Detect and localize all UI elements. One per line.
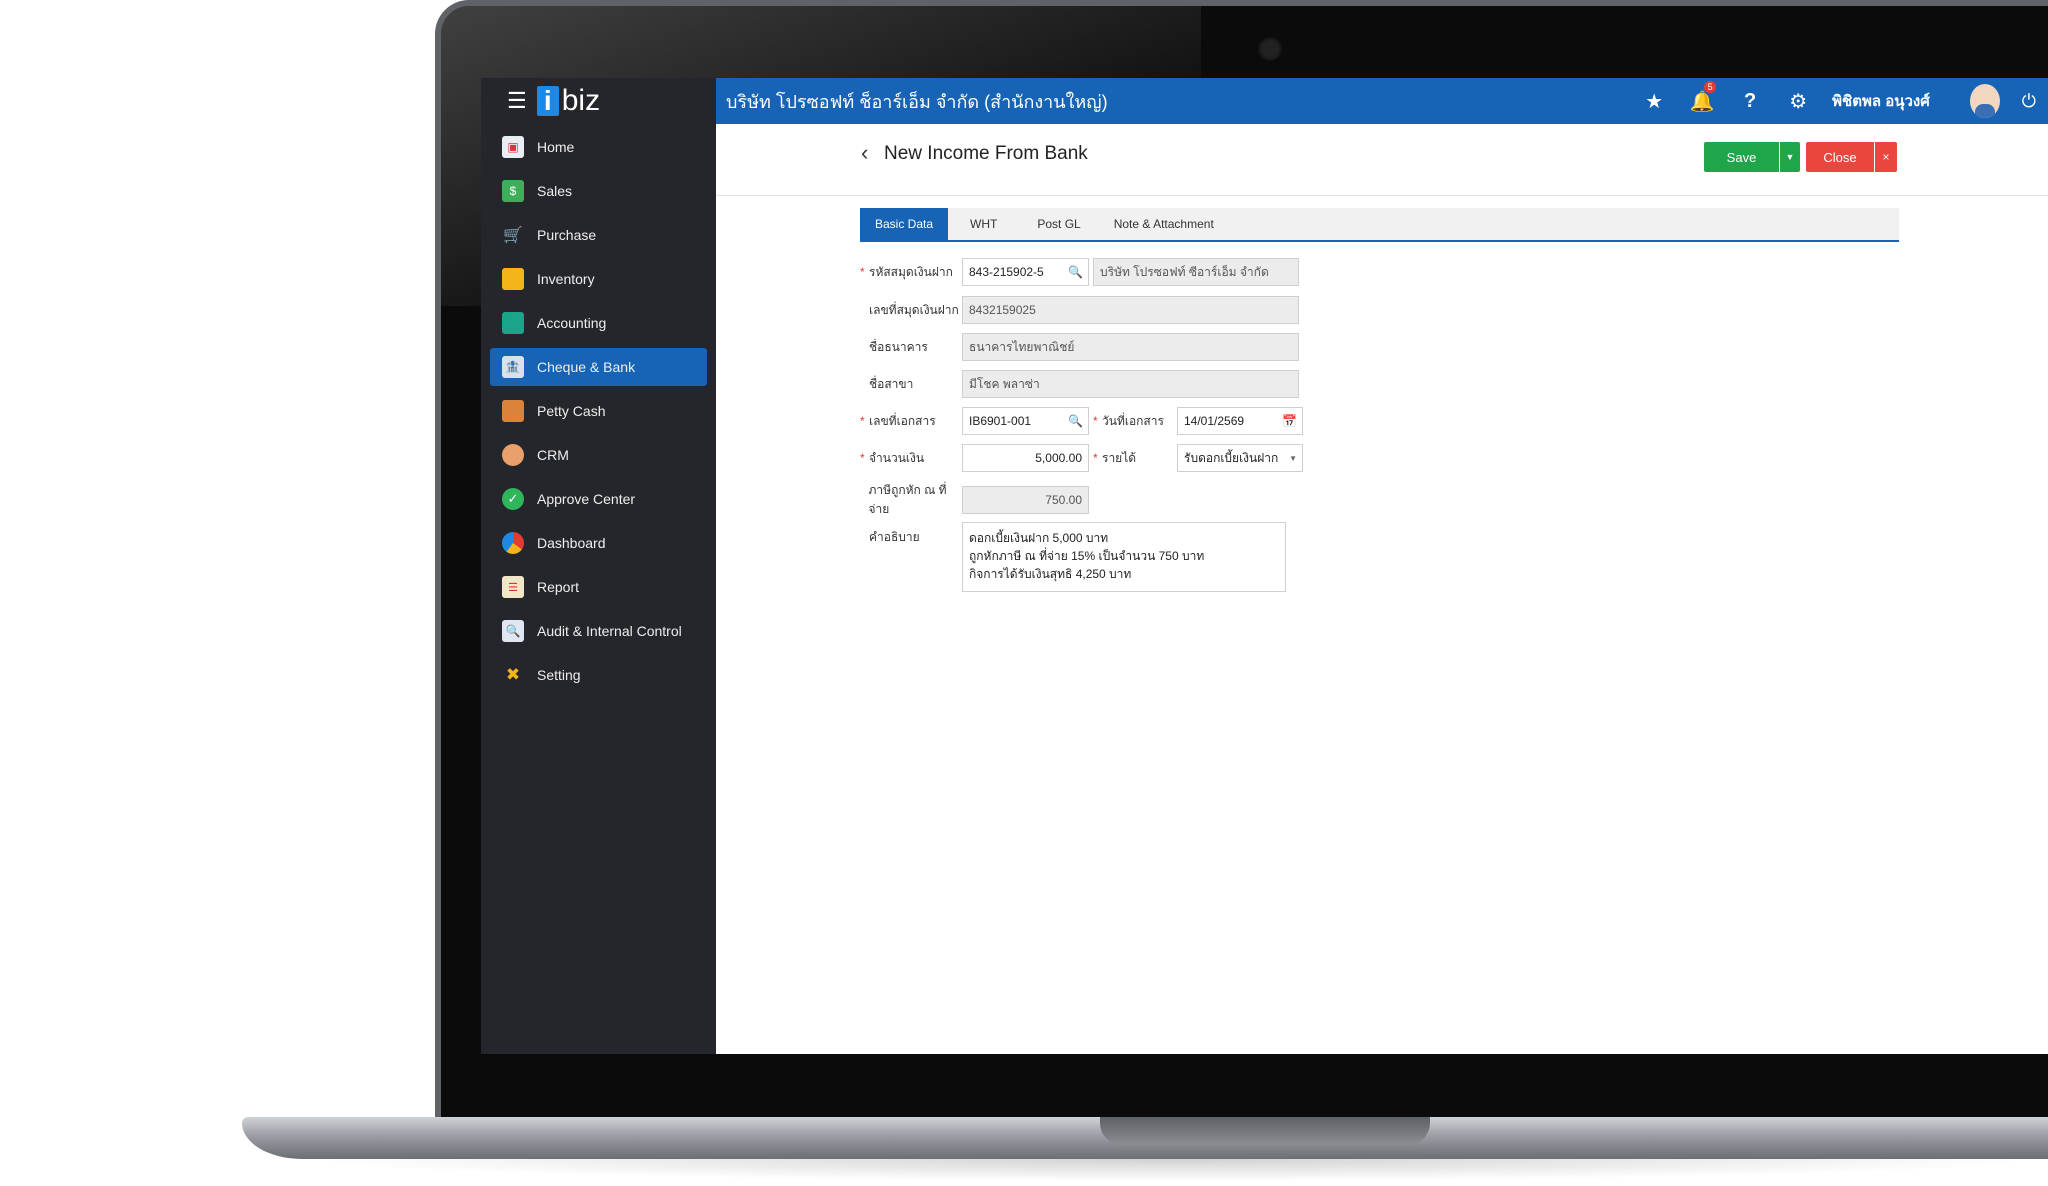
sidebar-item-cheque-bank[interactable]: 🏦 Cheque & Bank [490, 348, 707, 386]
sidebar-item-label: Sales [537, 183, 573, 199]
sidebar-item-label: Home [537, 139, 575, 155]
avatar[interactable] [1969, 84, 2000, 118]
base-shadow [300, 1159, 2048, 1181]
sidebar-item-label: Report [537, 579, 580, 595]
sidebar-item-home[interactable]: ▣ Home [490, 128, 707, 166]
box-icon [502, 268, 524, 290]
check-icon: ✓ [502, 488, 524, 510]
power-icon[interactable]: ⏻ [2022, 91, 2036, 112]
income-select[interactable]: รับดอกเบี้ยเงินฝาก ▼ [1177, 444, 1303, 472]
tab-note-attachment[interactable]: Note & Attachment [1099, 208, 1229, 240]
sidebar-item-label: Accounting [537, 315, 607, 331]
sidebar-item-audit[interactable]: 🔍 Audit & Internal Control [490, 612, 707, 650]
sidebar-item-label: Cheque & Bank [537, 359, 636, 375]
book-icon [502, 312, 524, 334]
sidebar-item-label: Inventory [537, 271, 595, 287]
sidebar-item-purchase[interactable]: 🛒 Purchase [490, 216, 707, 254]
laptop-notch [1100, 1117, 1430, 1145]
bank-icon: 🏦 [502, 356, 524, 378]
help-icon[interactable]: ? [1726, 90, 1774, 113]
gear-icon[interactable]: ⚙ [1774, 89, 1822, 114]
page-title: New Income From Bank [884, 143, 1088, 164]
bank-name-field: ธนาคารไทยพาณิชย์ [962, 333, 1299, 361]
wht-label: ภาษีถูกหัก ณ ที่จ่าย [868, 483, 947, 516]
close-x-icon[interactable]: × [1875, 142, 1897, 172]
bank-name-label: ชื่อธนาคาร [869, 339, 928, 354]
sidebar-item-sales[interactable]: $ Sales [490, 172, 707, 210]
money-icon: $ [502, 180, 524, 202]
cart-icon: 🛒 [503, 227, 523, 244]
tab-basic-data[interactable]: Basic Data [860, 208, 949, 240]
description-label: คำอธิบาย [869, 530, 920, 544]
sidebar-item-accounting[interactable]: Accounting [490, 304, 707, 342]
branch-label: ชื่อสาขา [869, 376, 914, 391]
search-icon[interactable]: 🔍 [1068, 265, 1083, 279]
sidebar-item-label: Setting [537, 667, 581, 683]
home-icon: ▣ [502, 136, 524, 158]
audit-icon: 🔍 [502, 620, 524, 642]
chevron-down-icon: ▼ [1289, 454, 1297, 463]
logo-text: biz [561, 84, 601, 117]
calendar-icon[interactable]: 📅 [1282, 414, 1297, 428]
report-icon: ☰ [502, 576, 524, 598]
income-label: * รายได้ [1093, 450, 1137, 466]
sidebar-item-inventory[interactable]: Inventory [490, 260, 707, 298]
sidebar-item-label: CRM [537, 447, 569, 463]
sidebar: ☰ i biz ▣ Home $ Sales 🛒 Purchase Invent… [481, 78, 716, 1054]
pie-chart-icon [502, 532, 524, 554]
sidebar-item-setting[interactable]: ✖ Setting [490, 656, 707, 694]
tools-icon: ✖ [505, 665, 521, 684]
notification-badge: 5 [1704, 80, 1717, 93]
account-no-field: 8432159025 [962, 296, 1299, 324]
doc-no-input[interactable]: IB6901-001 🔍 [962, 407, 1089, 435]
sidebar-item-label: Purchase [537, 227, 597, 243]
save-dropdown-caret-icon[interactable]: ▼ [1780, 142, 1800, 172]
tab-bar: Basic Data WHT Post GL Note & Attachment [860, 208, 1899, 242]
app-logo[interactable]: i biz [536, 84, 601, 117]
account-no-label: เลขที่สมุดเงินฝาก [869, 302, 959, 317]
tab-post-gl[interactable]: Post GL [1019, 208, 1098, 240]
sidebar-item-label: Approve Center [537, 491, 636, 507]
wht-field: 750.00 [962, 486, 1089, 514]
sidebar-nav: ▣ Home $ Sales 🛒 Purchase Inventory Acco… [481, 128, 716, 694]
topbar: บริษัท โปรซอฟท์ ช็อาร์เอ็ม จำกัด (สำนักง… [716, 78, 2048, 124]
sidebar-header: ☰ i biz [481, 78, 716, 124]
doc-no-label: * เลขที่เอกสาร [860, 413, 936, 429]
logo-i: i [536, 86, 559, 116]
amount-input[interactable]: 5,000.00 [962, 444, 1089, 472]
sidebar-item-report[interactable]: ☰ Report [490, 568, 707, 606]
sidebar-item-approve-center[interactable]: ✓ Approve Center [490, 480, 707, 518]
webcam [1258, 37, 1282, 61]
user-name[interactable]: พิชิตพล อนุวงศ์ [1832, 89, 1930, 113]
amount-label: * จำนวนเงิน [860, 450, 925, 466]
account-code-label: * รหัสสมุดเงินฝาก [860, 264, 953, 280]
sidebar-item-label: Audit & Internal Control [537, 623, 682, 639]
page-header: ‹ New Income From Bank Save ▼ Close × [716, 124, 2048, 196]
screen: ☰ i biz ▣ Home $ Sales 🛒 Purchase Invent… [481, 78, 2048, 1054]
tab-wht[interactable]: WHT [948, 208, 1019, 240]
company-name[interactable]: บริษัท โปรซอฟท์ ช็อาร์เอ็ม จำกัด (สำนักง… [726, 87, 1630, 116]
crm-icon [502, 444, 524, 466]
branch-field: มีโชค พลาซ่า [962, 370, 1299, 398]
account-code-input[interactable]: 843-215902-5 🔍 [962, 258, 1089, 286]
hamburger-icon[interactable]: ☰ [507, 88, 527, 114]
description-textarea[interactable]: ดอกเบี้ยเงินฝาก 5,000 บาท ถูกหักภาษี ณ ท… [962, 522, 1286, 592]
sidebar-item-petty-cash[interactable]: Petty Cash [490, 392, 707, 430]
doc-date-input[interactable]: 14/01/2569 📅 [1177, 407, 1303, 435]
save-button[interactable]: Save [1704, 142, 1779, 172]
close-button[interactable]: Close [1806, 142, 1874, 172]
sidebar-item-crm[interactable]: CRM [490, 436, 707, 474]
account-name-field: บริษัท โปรซอฟท์ ซีอาร์เอ็ม จำกัด [1093, 258, 1299, 286]
main-content: ‹ New Income From Bank Save ▼ Close × Ba… [716, 124, 2048, 1054]
bell-icon[interactable]: 🔔 5 [1678, 80, 1726, 114]
doc-date-label: * วันที่เอกสาร [1093, 413, 1164, 429]
search-icon[interactable]: 🔍 [1068, 414, 1083, 428]
sidebar-item-dashboard[interactable]: Dashboard [490, 524, 707, 562]
star-icon[interactable]: ★ [1630, 89, 1678, 114]
briefcase-icon [502, 400, 524, 422]
sidebar-item-label: Petty Cash [537, 403, 606, 419]
sidebar-item-label: Dashboard [537, 535, 606, 551]
back-chevron-icon[interactable]: ‹ [861, 140, 868, 166]
